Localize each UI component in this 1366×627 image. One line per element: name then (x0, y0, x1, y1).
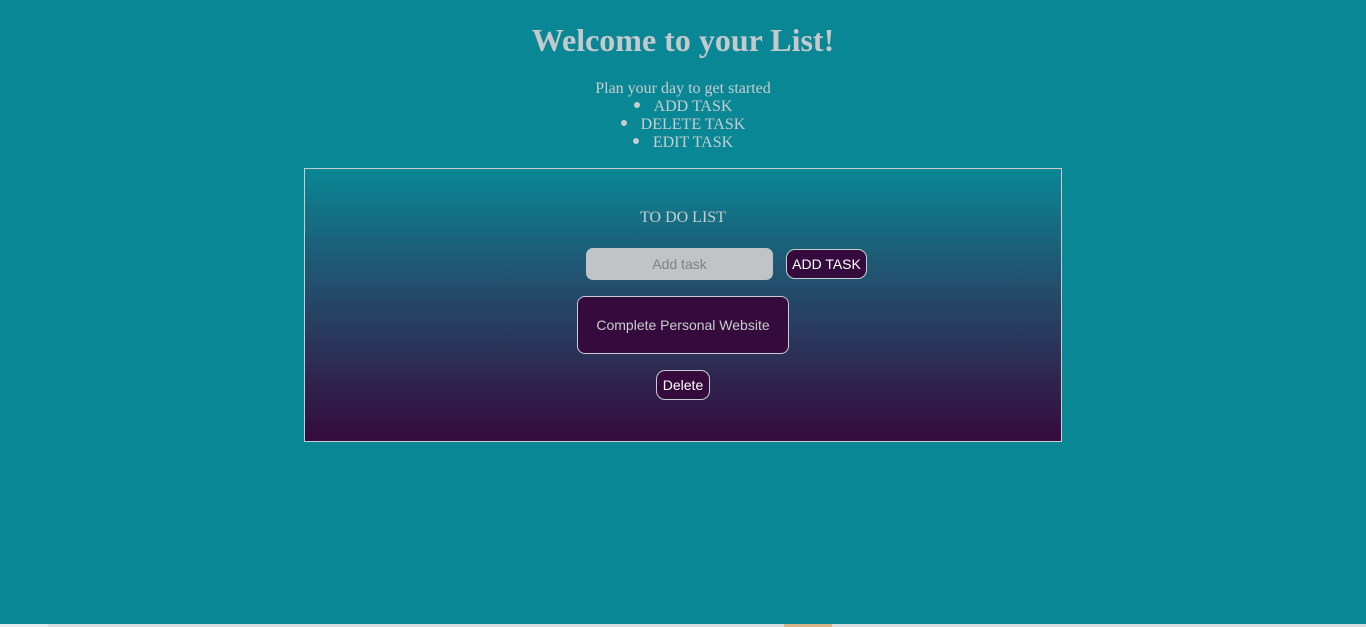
todo-panel: TO DO LIST ADD TASK Complete Personal We… (304, 168, 1062, 442)
feature-label: ADD TASK (653, 98, 733, 115)
feature-label: EDIT TASK (652, 134, 734, 151)
delete-task-button[interactable]: Delete (656, 370, 710, 400)
task-item: Complete Personal Website (577, 296, 789, 354)
feature-list: ADD TASK DELETE TASK EDIT TASK (0, 98, 1366, 152)
bullet-icon (632, 138, 639, 145)
page-title: Welcome to your List! (531, 22, 835, 58)
add-task-input[interactable] (586, 248, 773, 280)
feature-label: DELETE TASK (640, 116, 746, 133)
todo-heading: TO DO LIST (640, 209, 726, 226)
task-text: Complete Personal Website (596, 317, 770, 333)
feature-item-edit: EDIT TASK (0, 134, 1366, 152)
add-task-button[interactable]: ADD TASK (786, 249, 867, 279)
feature-item-delete: DELETE TASK (0, 116, 1366, 134)
bullet-icon (633, 102, 640, 109)
page-subtitle: Plan your day to get started (595, 80, 771, 97)
bullet-icon (620, 120, 627, 127)
feature-item-add: ADD TASK (0, 98, 1366, 116)
